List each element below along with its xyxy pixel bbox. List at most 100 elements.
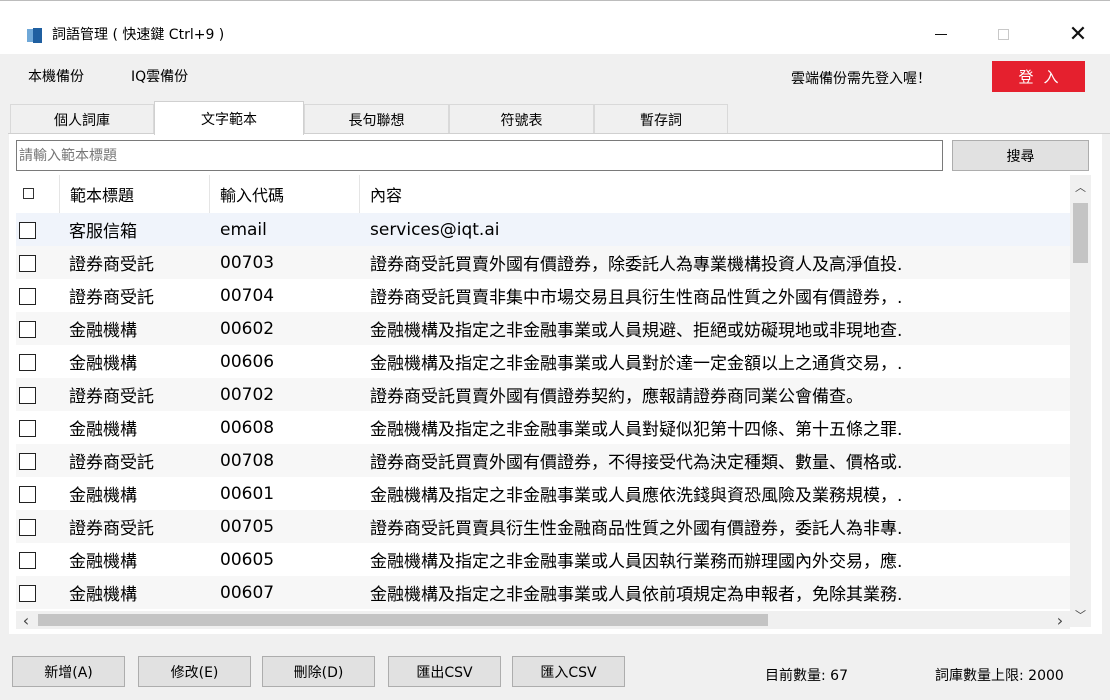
table-row[interactable]: 證券商受託 00704 證券商受託買賣非集中市場交易且具衍生性商品性質之外國有價證券… — [16, 279, 1070, 312]
row-code: 00607 — [220, 582, 275, 603]
horizontal-scroll-thumb[interactable] — [38, 614, 768, 626]
table-row[interactable]: 證券商受託 00702 證券商受託買賣外國有價證券契約，應報請證券商同業公會備查。 — [16, 378, 1070, 411]
row-checkbox[interactable] — [19, 255, 36, 272]
table-row[interactable]: 證券商受託 00705 證券商受託買賣具衍生性金融商品性質之外國有價證券，委託人為非… — [16, 510, 1070, 543]
table-row[interactable]: 金融機構 00607 金融機構及指定之非金融事業或人員依前項規定為申報者，免除其業務… — [16, 576, 1070, 609]
row-title: 客服信箱 — [69, 222, 137, 242]
window-title: 詞語管理 ( 快速鍵 Ctrl+9 ) — [52, 27, 225, 43]
tab-symbols[interactable]: 符號表 — [449, 104, 594, 134]
row-title: 金融機構 — [69, 420, 137, 440]
row-checkbox[interactable] — [19, 453, 36, 470]
vertical-scroll-thumb[interactable] — [1073, 203, 1088, 263]
table-row[interactable]: 金融機構 00601 金融機構及指定之非金融事業或人員應依洗錢與資恐風險及業務規模，… — [16, 477, 1070, 510]
tab-personal-dictionary[interactable]: 個人詞庫 — [10, 104, 154, 134]
header-title[interactable]: 範本標題 — [60, 175, 210, 213]
row-code: 00602 — [220, 318, 275, 339]
table-row[interactable]: 證券商受託 00703 證券商受託買賣外國有價證券，除委託人為專業機構投資人及高淨值… — [16, 246, 1070, 279]
row-checkbox[interactable] — [19, 585, 36, 602]
word-manager-window: 詞語管理 ( 快速鍵 Ctrl+9 ) ✕ 本機備份 IQ雲備份 雲端備份需先登… — [0, 0, 1110, 700]
header-code[interactable]: 輸入代碼 — [210, 175, 360, 213]
vertical-scrollbar[interactable]: ︿ ﹀ — [1070, 175, 1091, 627]
scroll-left-icon[interactable]: ‹ — [16, 611, 36, 630]
row-checkbox[interactable] — [19, 519, 36, 536]
table-row[interactable]: 客服信箱 email services@iqt.ai — [16, 213, 1070, 246]
table-row[interactable]: 證券商受託 00708 證券商受託買賣外國有價證券，不得接受代為決定種類、數量、價格… — [16, 444, 1070, 477]
tab-temp-words[interactable]: 暫存詞 — [594, 104, 728, 134]
row-code: 00608 — [220, 417, 275, 438]
row-code: 00605 — [220, 549, 275, 570]
templates-table: 範本標題 輸入代碼 內容 客服信箱 email services@iqt.ai 證券商… — [16, 175, 1091, 627]
row-checkbox[interactable] — [19, 420, 36, 437]
row-code: 00704 — [220, 285, 275, 306]
table-row[interactable]: 金融機構 00608 金融機構及指定之非金融事業或人員對疑似犯第十四條、第十五條之罪… — [16, 411, 1070, 444]
max-count: 詞庫數量上限: 2000 — [935, 668, 1064, 684]
row-title: 證券商受託 — [69, 453, 154, 473]
scroll-down-icon[interactable]: ﹀ — [1070, 607, 1091, 623]
search-button[interactable]: 搜尋 — [952, 140, 1089, 171]
row-checkbox[interactable] — [19, 354, 36, 371]
menu-iq-cloud-backup[interactable]: IQ雲備份 — [131, 66, 188, 86]
row-code: 00703 — [220, 252, 275, 273]
table-row[interactable]: 金融機構 00602 金融機構及指定之非金融事業或人員規避、拒絕或妨礙現地或非現地查… — [16, 312, 1070, 345]
tab-long-sentence[interactable]: 長句聯想 — [304, 104, 449, 134]
row-title: 金融機構 — [69, 552, 137, 572]
row-title: 金融機構 — [69, 585, 137, 605]
login-button[interactable]: 登入 — [992, 61, 1085, 92]
row-code: 00606 — [220, 351, 275, 372]
app-icon — [27, 28, 42, 43]
row-content: 證券商受託買賣外國有價證券契約，應報請證券商同業公會備查。 — [370, 387, 863, 407]
table-row[interactable]: 金融機構 00606 金融機構及指定之非金融事業或人員對於達一定金額以上之通貨交易，… — [16, 345, 1070, 378]
row-content: 證券商受託買賣非集中市場交易且具衍生性商品性質之外國有價證券，. — [370, 288, 903, 308]
row-checkbox[interactable] — [19, 222, 36, 239]
import-csv-button[interactable]: 匯入CSV — [512, 656, 625, 687]
row-checkbox[interactable] — [19, 321, 36, 338]
cloud-notice: 雲端備份需先登入喔！ — [791, 71, 931, 87]
minimize-button[interactable] — [918, 15, 964, 53]
row-checkbox[interactable] — [19, 486, 36, 503]
row-title: 證券商受託 — [69, 387, 154, 407]
tab-text-templates[interactable]: 文字範本 — [154, 101, 304, 135]
menu-local-backup[interactable]: 本機備份 — [28, 66, 84, 86]
row-content: 金融機構及指定之非金融事業或人員應依洗錢與資恐風險及業務規模，. — [370, 486, 903, 506]
edit-button[interactable]: 修改(E) — [138, 656, 251, 687]
row-code: 00705 — [220, 516, 275, 537]
scroll-up-icon[interactable]: ︿ — [1070, 179, 1091, 195]
row-content: 證券商受託買賣外國有價證券，不得接受代為決定種類、數量、價格或. — [370, 453, 903, 473]
row-content: 金融機構及指定之非金融事業或人員對疑似犯第十四條、第十五條之罪. — [370, 420, 903, 440]
search-input[interactable] — [16, 140, 943, 171]
close-icon: ✕ — [1068, 21, 1088, 47]
row-checkbox[interactable] — [19, 552, 36, 569]
tab-strip: 個人詞庫 文字範本 長句聯想 符號表 暫存詞 — [8, 101, 1110, 135]
row-title: 金融機構 — [69, 321, 137, 341]
row-checkbox[interactable] — [19, 288, 36, 305]
table-row[interactable]: 金融機構 00605 金融機構及指定之非金融事業或人員因執行業務而辦理國內外交易，應… — [16, 543, 1070, 576]
row-content: 金融機構及指定之非金融事業或人員規避、拒絕或妨礙現地或非現地查. — [370, 321, 903, 341]
scroll-right-icon[interactable]: › — [1050, 611, 1070, 630]
header-content[interactable]: 內容 — [360, 175, 1070, 213]
delete-button[interactable]: 刪除(D) — [262, 656, 375, 687]
add-button[interactable]: 新增(A) — [12, 656, 125, 687]
current-count: 目前數量: 67 — [765, 668, 848, 684]
row-code: 00702 — [220, 384, 275, 405]
title-bar: 詞語管理 ( 快速鍵 Ctrl+9 ) ✕ — [0, 1, 1110, 54]
minimize-icon — [935, 33, 947, 35]
export-csv-button[interactable]: 匯出CSV — [388, 656, 501, 687]
horizontal-scrollbar[interactable]: ‹ › — [16, 611, 1070, 630]
row-code: 00708 — [220, 450, 275, 471]
row-content: services@iqt.ai — [370, 219, 500, 240]
row-title: 證券商受託 — [69, 519, 154, 539]
row-content: 證券商受託買賣外國有價證券，除委託人為專業機構投資人及高淨值投. — [370, 255, 903, 275]
select-all-checkbox[interactable] — [23, 188, 34, 199]
row-checkbox[interactable] — [19, 387, 36, 404]
row-code: email — [220, 219, 267, 240]
row-content: 金融機構及指定之非金融事業或人員依前項規定為申報者，免除其業務. — [370, 585, 903, 605]
row-title: 金融機構 — [69, 354, 137, 374]
row-title: 證券商受託 — [69, 288, 154, 308]
row-content: 金融機構及指定之非金融事業或人員因執行業務而辦理國內外交易，應. — [370, 552, 903, 572]
maximize-icon — [997, 28, 1009, 40]
row-content: 金融機構及指定之非金融事業或人員對於達一定金額以上之通貨交易，. — [370, 354, 903, 374]
row-title: 金融機構 — [69, 486, 137, 506]
maximize-button[interactable] — [980, 15, 1026, 53]
close-button[interactable]: ✕ — [1055, 15, 1101, 53]
header-check[interactable] — [16, 175, 60, 213]
